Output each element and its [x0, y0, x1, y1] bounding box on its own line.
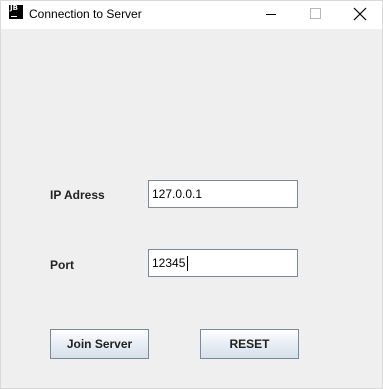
maximize-button[interactable] [293, 1, 338, 29]
reset-button[interactable]: RESET [200, 329, 299, 359]
close-button[interactable] [338, 1, 383, 29]
connection-window: JB Connection to Server IP Adress Port J… [0, 0, 383, 389]
text-cursor [187, 256, 188, 271]
app-icon-underline [11, 16, 17, 17]
app-icon-label: JB [10, 4, 18, 12]
minimize-icon [266, 14, 276, 15]
minimize-button[interactable] [248, 1, 293, 29]
maximize-icon [310, 8, 321, 19]
port-label: Port [50, 258, 74, 272]
ip-address-label: IP Adress [50, 188, 105, 202]
ip-address-input[interactable] [148, 180, 298, 208]
join-server-button[interactable]: Join Server [50, 329, 149, 359]
title-bar[interactable]: JB Connection to Server [1, 1, 382, 29]
window-title: Connection to Server [29, 7, 142, 21]
close-icon [353, 7, 367, 21]
port-input[interactable] [148, 249, 298, 277]
app-icon: JB [9, 5, 23, 19]
